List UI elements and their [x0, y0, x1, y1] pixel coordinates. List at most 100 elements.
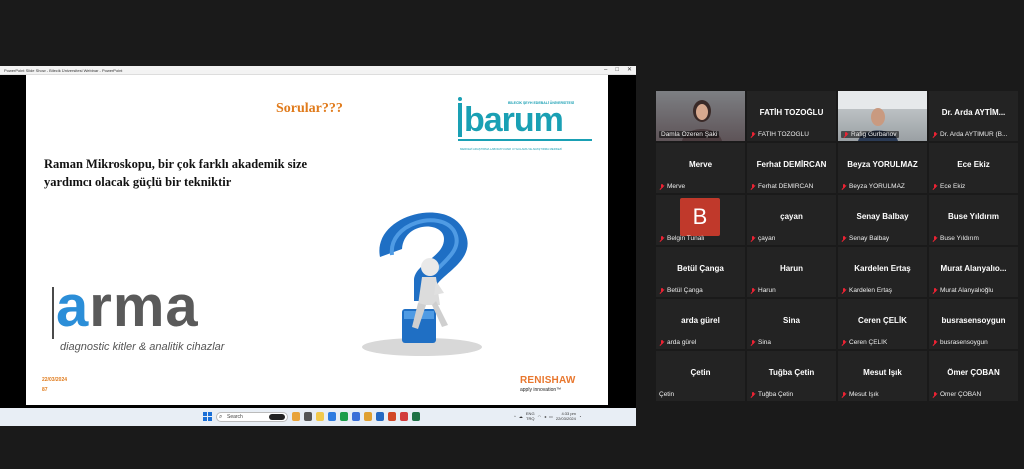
participant-name-text: Harun	[758, 287, 776, 294]
minimize-icon[interactable]: –	[604, 66, 607, 74]
muted-mic-icon	[932, 131, 938, 138]
participant-tile[interactable]: Harun Harun	[747, 247, 836, 297]
participant-display-name: Ömer ÇOBAN	[947, 368, 1000, 377]
participant-display-name: Betül Çanga	[677, 264, 724, 273]
participant-name-label: Mesut Işık	[841, 391, 879, 398]
app-icon-chrome[interactable]	[340, 412, 348, 421]
participant-name-text: Mesut Işık	[849, 391, 879, 398]
participant-name-text: Çetin	[659, 391, 675, 398]
participant-name-label: Ceren ÇELİK	[841, 339, 887, 346]
participant-tile[interactable]: Mesut Işık Mesut Işık	[838, 351, 927, 401]
windows-taskbar: ⌕ Search ^ ☁ ENG TRQ ◠ ◂ ▭ 4:33 pm 22/03…	[0, 408, 636, 426]
app-icon-folder[interactable]	[364, 412, 372, 421]
battery-icon[interactable]: ▭	[549, 414, 553, 419]
windows-start-icon[interactable]	[203, 412, 213, 422]
participant-name-text: Kardelen Ertaş	[849, 287, 892, 294]
barum-center-text: MERKEZİ ARAŞTIRMA LABORATUVARI UYGULAMA …	[460, 147, 563, 151]
renishaw-wordmark: RENISHAW	[520, 375, 576, 386]
participant-display-name: Ceren ÇELİK	[858, 316, 907, 325]
slide-date: 22/03/2024	[42, 377, 68, 383]
participant-tile[interactable]: Buse Yıldırım Buse Yıldırım	[929, 195, 1018, 245]
muted-mic-icon	[750, 235, 756, 242]
participant-name-label: Harun	[750, 287, 776, 294]
participant-tile[interactable]: Betül Çanga Betül Çanga	[656, 247, 745, 297]
maximize-icon[interactable]: □	[615, 66, 619, 74]
participant-name-label: arda gürel	[659, 339, 696, 346]
participant-tile[interactable]: Damla Özeren Şaki	[656, 91, 745, 141]
slide-area: Sorular??? Raman Mikroskopu, bir çok far…	[0, 75, 636, 417]
participant-tile[interactable]: busrasensoygun busrasensoygun	[929, 299, 1018, 349]
participant-tile[interactable]: Dr. Arda AYTİM... Dr. Arda AYTİMUR (B...	[929, 91, 1018, 141]
participant-name-label: Beyza YORULMAZ	[841, 183, 905, 190]
app-icon-file-explorer[interactable]	[316, 412, 324, 421]
speaker-icon[interactable]: ◂	[544, 414, 546, 419]
app-icon-acrobat[interactable]	[400, 412, 408, 421]
renishaw-logo: RENISHAW apply innovation™	[520, 375, 600, 393]
notifications-icon[interactable]: ◔	[579, 414, 581, 419]
app-icon-widgets[interactable]	[292, 412, 300, 421]
taskbar-date: 22/03/2024	[555, 416, 576, 421]
slide-title: Sorular???	[276, 101, 343, 116]
participant-display-name: Merve	[688, 160, 713, 169]
participant-tile[interactable]: arda gürel arda gürel	[656, 299, 745, 349]
participant-tile[interactable]: Kardelen Ertaş Kardelen Ertaş	[838, 247, 927, 297]
muted-mic-icon	[750, 183, 756, 190]
participant-name-label: Ömer ÇOBAN	[932, 391, 981, 398]
participant-tile[interactable]: Tuğba Çetin Tuğba Çetin	[747, 351, 836, 401]
participant-tile[interactable]: Ece Ekiz Ece Ekiz	[929, 143, 1018, 193]
muted-mic-icon	[841, 183, 847, 190]
participant-tile[interactable]: Çetin Çetin	[656, 351, 745, 401]
app-icon-powerpoint[interactable]	[388, 412, 396, 421]
close-icon[interactable]: ✕	[627, 66, 632, 74]
participant-tile[interactable]: Murat Alanyalıo... Murat Alanyalıoğlu	[929, 247, 1018, 297]
participant-tile[interactable]: FATİH TOZOĞLU FATİH TOZOĞLU	[747, 91, 836, 141]
participant-name-text: Rafig Gurbanov	[851, 131, 897, 138]
app-icon-task-view[interactable]	[304, 412, 312, 421]
participant-tile[interactable]: Sina Sina	[747, 299, 836, 349]
participant-name-label: Çetin	[659, 391, 674, 398]
search-icon: ⌕	[219, 414, 223, 420]
participant-name-label: Betül Çanga	[659, 287, 703, 294]
taskbar-search-box[interactable]: ⌕ Search	[216, 412, 288, 422]
participant-tile[interactable]: Ferhat DEMİRCAN Ferhat DEMİRCAN	[747, 143, 836, 193]
participant-display-name: busrasensoygun	[941, 316, 1006, 325]
muted-mic-icon	[659, 183, 665, 190]
participant-name-label: Tuğba Çetin	[750, 391, 793, 398]
participant-display-name: Buse Yıldırım	[948, 212, 999, 221]
muted-mic-icon	[932, 183, 938, 190]
participant-display-name: FATİH TOZOĞLU	[759, 108, 824, 117]
app-icon-word[interactable]	[376, 412, 384, 421]
participant-tile[interactable]: Merve Merve	[656, 143, 745, 193]
arma-logo-a: a	[56, 274, 90, 339]
slide: Sorular??? Raman Mikroskopu, bir çok far…	[26, 75, 608, 405]
participant-tile[interactable]: çayan çayan	[747, 195, 836, 245]
app-icon-excel[interactable]	[412, 412, 420, 421]
participant-name-text: Merve	[667, 183, 686, 190]
participant-name-label: Ferhat DEMİRCAN	[750, 183, 813, 190]
participant-name-label: busrasensoygun	[932, 339, 988, 346]
tray-cloud-icon[interactable]: ☁	[519, 414, 523, 419]
participant-tile[interactable]: Senay Balbay Senay Balbay	[838, 195, 927, 245]
participant-tile[interactable]: Ceren ÇELİK Ceren ÇELİK	[838, 299, 927, 349]
participant-avatar: B	[680, 198, 720, 236]
barum-wordmark: barum	[464, 101, 564, 139]
participant-tile[interactable]: B Belgin Tunalı	[656, 195, 745, 245]
participant-name-text: Ferhat DEMİRCAN	[758, 183, 814, 190]
muted-mic-icon	[841, 287, 847, 294]
participant-tile[interactable]: Ömer ÇOBAN Ömer ÇOBAN	[929, 351, 1018, 401]
participant-name-text: arda gürel	[667, 339, 697, 346]
participant-tile[interactable]: Rafig Gurbanov	[838, 91, 927, 141]
participant-display-name: Tuğba Çetin	[768, 368, 815, 377]
tray-chevron-icon[interactable]: ^	[514, 414, 516, 419]
participant-display-name: Beyza YORULMAZ	[847, 160, 918, 169]
app-icon-zoom[interactable]	[328, 412, 336, 421]
participant-name-label: çayan	[750, 235, 775, 242]
app-icon-edge[interactable]	[352, 412, 360, 421]
participant-tile[interactable]: Beyza YORULMAZ Beyza YORULMAZ	[838, 143, 927, 193]
participant-display-name: Dr. Arda AYTİM...	[941, 108, 1006, 117]
muted-mic-icon	[659, 235, 665, 242]
muted-mic-icon	[841, 391, 847, 398]
wifi-icon[interactable]: ◠	[538, 414, 542, 419]
muted-mic-icon	[659, 287, 665, 294]
participant-display-name: arda gürel	[681, 316, 720, 325]
